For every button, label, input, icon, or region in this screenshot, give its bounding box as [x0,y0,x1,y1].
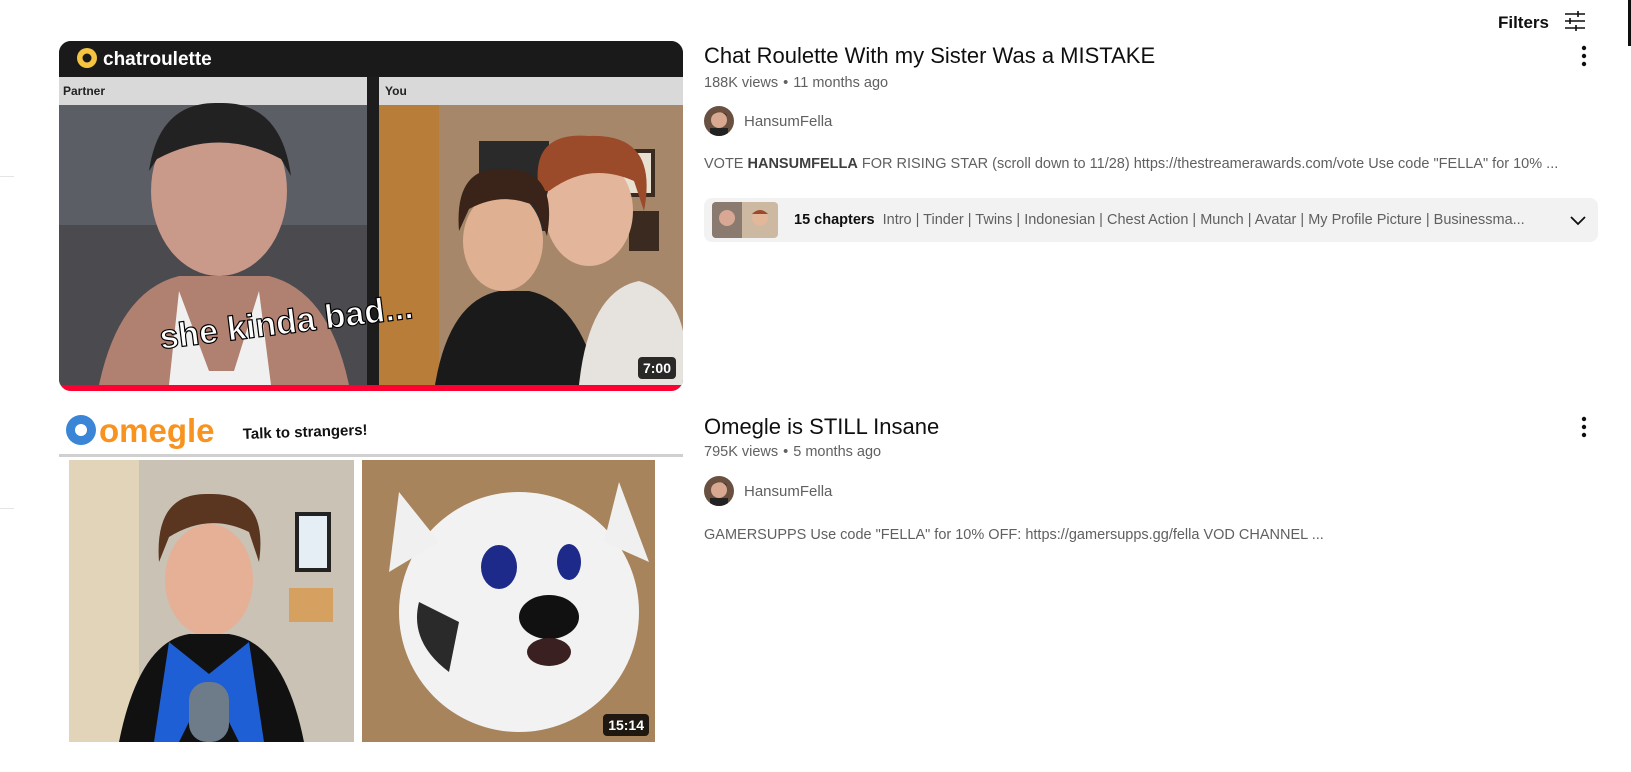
video-description: VOTE HANSUMFELLA FOR RISING STAR (scroll… [704,156,1559,172]
chevron-down-icon[interactable] [1566,208,1590,232]
thumb-brand: omegle [99,412,215,449]
left-edge-divider [0,176,14,177]
chapters-list: Intro | Tinder | Twins | Indonesian | Ch… [882,212,1525,228]
chapter-thumbnail [712,202,778,238]
watch-progress-bar [59,385,683,391]
video-info: Omegle is STILL Insane 795K views • 5 mont… [704,412,1594,543]
video-result-1[interactable]: chatroulette Partner You she kinda bad..… [59,41,1599,391]
video-result-2[interactable]: omegle Talk to strangers! 15:14 Omegle i… [59,412,1599,762]
upload-age: 11 months ago [793,75,889,91]
video-thumbnail[interactable]: chatroulette Partner You she kinda bad..… [59,41,683,391]
more-options-icon[interactable] [1569,412,1599,442]
video-thumbnail[interactable]: omegle Talk to strangers! 15:14 [59,412,683,762]
avatar[interactable] [704,476,734,506]
tune-icon [1563,9,1587,38]
channel-row[interactable]: HansumFella [704,476,1594,506]
channel-row[interactable]: HansumFella [704,106,1594,136]
chatroulette-logo-icon [77,48,97,68]
video-meta: 795K views • 5 months ago [704,444,882,460]
thumb-you-label: You [385,84,407,98]
more-options-icon[interactable] [1569,41,1599,71]
video-title[interactable]: Chat Roulette With my Sister Was a MISTA… [704,41,1594,71]
omegle-logo-icon [66,415,96,445]
filters-label: Filters [1497,13,1549,32]
channel-name[interactable]: HansumFella [744,113,832,130]
duration-badge: 7:00 [637,357,676,379]
filters-button[interactable]: Filters [1498,8,1587,38]
video-meta: 188K views • 11 months ago [704,75,889,91]
chapters-bar[interactable]: 15 chapters Intro | Tinder | Twins | Ind… [704,198,1598,242]
thumb-partner-label: Partner [63,84,105,98]
upload-age: 5 months ago [793,444,882,460]
channel-name[interactable]: HansumFella [744,483,832,500]
video-description: GAMERSUPPS Use code "FELLA" for 10% OFF:… [704,527,1324,543]
avatar[interactable] [704,106,734,136]
video-title[interactable]: Omegle is STILL Insane [704,412,1594,442]
view-count: 795K views [704,444,779,460]
chapters-count: 15 chapters [794,212,875,228]
thumb-brand: chatroulette [103,49,212,70]
view-count: 188K views [704,75,779,91]
duration-badge: 15:14 [603,714,649,736]
left-edge-divider [0,508,14,509]
video-info: Chat Roulette With my Sister Was a MISTA… [704,41,1598,242]
